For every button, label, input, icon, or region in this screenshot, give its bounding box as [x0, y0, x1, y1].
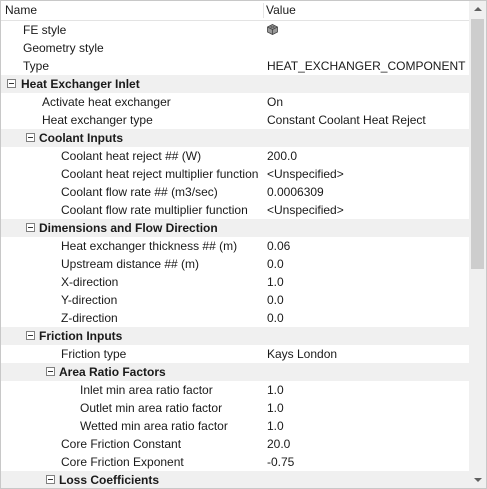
property-label: Friction type — [61, 347, 127, 361]
section-label: Loss Coefficients — [59, 473, 160, 487]
property-value[interactable]: HEAT_EXCHANGER_COMPONENT — [267, 57, 465, 75]
section-label: Friction Inputs — [39, 329, 123, 343]
section-row[interactable]: Coolant Inputs — [1, 129, 470, 147]
property-label: Type — [23, 59, 50, 73]
property-value[interactable]: 0.06 — [267, 237, 290, 255]
property-row[interactable]: Activate heat exchanger On — [1, 93, 470, 111]
property-value[interactable]: On — [267, 93, 283, 111]
property-row[interactable]: Type HEAT_EXCHANGER_COMPONENT — [1, 57, 470, 75]
section-row[interactable]: Heat Exchanger Inlet — [1, 75, 470, 93]
property-value[interactable]: 20.0 — [267, 435, 290, 453]
property-label: Outlet min area ratio factor — [80, 401, 223, 415]
property-row[interactable]: Upstream distance ## (m) 0.0 — [1, 255, 470, 273]
collapse-toggle-icon[interactable] — [7, 79, 16, 88]
property-row[interactable]: Coolant flow rate ## (m3/sec) 0.0006309 — [1, 183, 470, 201]
property-rows: FE style Geometry style Type HEAT_EXCHANGER… — [1, 21, 470, 488]
property-label: Upstream distance ## (m) — [61, 257, 200, 271]
property-row[interactable]: X-direction 1.0 — [1, 273, 470, 291]
property-value[interactable]: 200.0 — [267, 147, 297, 165]
property-label: Inlet min area ratio factor — [80, 383, 213, 397]
name-column-header[interactable]: Name — [5, 1, 37, 20]
collapse-toggle-icon[interactable] — [46, 475, 55, 484]
section-row[interactable]: Area Ratio Factors — [1, 363, 470, 381]
property-value[interactable]: 0.0 — [267, 291, 284, 309]
collapse-toggle-icon[interactable] — [46, 367, 55, 376]
property-value[interactable]: 0.0 — [267, 255, 284, 273]
property-label: Geometry style — [23, 41, 104, 55]
property-row[interactable]: Friction type Kays London — [1, 345, 470, 363]
property-value[interactable]: 0.0 — [267, 309, 284, 327]
property-label: Core Friction Exponent — [61, 455, 184, 469]
property-label: FE style — [23, 23, 67, 37]
section-label: Heat Exchanger Inlet — [21, 77, 140, 91]
property-row[interactable]: Heat exchanger type Constant Coolant Heat… — [1, 111, 470, 129]
property-value[interactable]: 1.0 — [267, 381, 284, 399]
property-row[interactable]: Wetted min area ratio factor 1.0 — [1, 417, 470, 435]
property-label: Coolant flow rate ## (m3/sec) — [61, 185, 218, 199]
scrollbar-thumb[interactable] — [471, 19, 484, 269]
property-label: Z-direction — [61, 311, 118, 325]
property-value[interactable]: <Unspecified> — [267, 165, 344, 183]
property-value[interactable]: Constant Coolant Heat Reject — [267, 111, 426, 129]
property-label: Heat exchanger type — [42, 113, 153, 127]
scroll-up-arrow-icon[interactable] — [469, 1, 486, 18]
section-row[interactable]: Loss Coefficients — [1, 471, 470, 488]
property-row[interactable]: Coolant heat reject multiplier function <… — [1, 165, 470, 183]
property-row[interactable]: Heat exchanger thickness ## (m) 0.06 — [1, 237, 470, 255]
property-value[interactable]: -0.75 — [267, 453, 294, 471]
property-value[interactable]: 0.0006309 — [267, 183, 324, 201]
section-label: Area Ratio Factors — [59, 365, 166, 379]
collapse-toggle-icon[interactable] — [26, 331, 35, 340]
property-label: Core Friction Constant — [61, 437, 182, 451]
section-label: Dimensions and Flow Direction — [39, 221, 218, 235]
collapse-toggle-icon[interactable] — [26, 223, 35, 232]
column-header: Name Value — [1, 1, 470, 21]
property-label: Coolant heat reject multiplier function — [61, 167, 259, 181]
property-row[interactable]: Z-direction 0.0 — [1, 309, 470, 327]
property-row[interactable]: Core Friction Exponent -0.75 — [1, 453, 470, 471]
property-value[interactable]: 1.0 — [267, 273, 284, 291]
property-label: Coolant flow rate multiplier function — [61, 203, 248, 217]
scroll-down-arrow-icon[interactable] — [469, 471, 486, 488]
section-label: Coolant Inputs — [39, 131, 123, 145]
value-column-header[interactable]: Value — [266, 1, 296, 20]
property-label: Wetted min area ratio factor — [80, 419, 228, 433]
property-value[interactable]: 1.0 — [267, 399, 284, 417]
property-row[interactable]: Inlet min area ratio factor 1.0 — [1, 381, 470, 399]
property-row[interactable]: Coolant flow rate multiplier function <Un… — [1, 201, 470, 219]
collapse-toggle-icon[interactable] — [26, 133, 35, 142]
property-grid: Name Value FE style Geometry style Type HEA… — [0, 0, 487, 489]
property-row[interactable]: Coolant heat reject ## (W) 200.0 — [1, 147, 470, 165]
property-label: Y-direction — [61, 293, 118, 307]
property-label: Coolant heat reject ## (W) — [61, 149, 202, 163]
property-value[interactable]: Kays London — [267, 345, 337, 363]
section-row[interactable]: Friction Inputs — [1, 327, 470, 345]
section-row[interactable]: Dimensions and Flow Direction — [1, 219, 470, 237]
property-row[interactable]: Outlet min area ratio factor 1.0 — [1, 399, 470, 417]
vertical-scrollbar[interactable] — [469, 1, 486, 488]
column-divider[interactable] — [263, 3, 264, 18]
property-label: Activate heat exchanger — [42, 95, 171, 109]
property-value[interactable]: <Unspecified> — [267, 201, 344, 219]
property-label: Heat exchanger thickness ## (m) — [61, 239, 238, 253]
property-value[interactable]: 1.0 — [267, 417, 284, 435]
property-row[interactable]: Core Friction Constant 20.0 — [1, 435, 470, 453]
property-row[interactable]: FE style — [1, 21, 470, 39]
property-row[interactable]: Y-direction 0.0 — [1, 291, 470, 309]
property-row[interactable]: Geometry style — [1, 39, 470, 57]
cube-icon[interactable] — [267, 24, 278, 35]
property-label: X-direction — [61, 275, 119, 289]
